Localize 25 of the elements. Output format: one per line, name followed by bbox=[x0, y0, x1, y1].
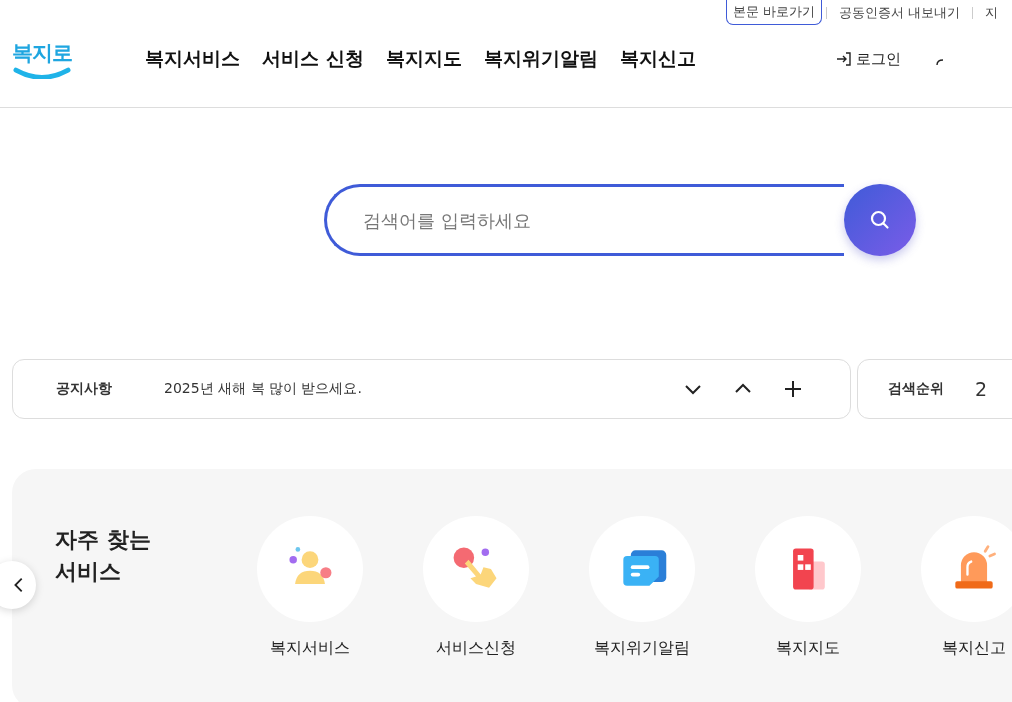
nav-item[interactable]: 복지위기알림 bbox=[483, 46, 598, 72]
previous-button[interactable] bbox=[0, 561, 36, 609]
section-title: 자주 찾는 서비스 bbox=[55, 526, 152, 586]
login-link[interactable]: 로그인 bbox=[835, 49, 901, 69]
nav-item[interactable]: 복지지도 bbox=[385, 46, 462, 72]
service-label[interactable]: 복지지도 bbox=[776, 638, 840, 659]
search-field[interactable]: 검색어를 입력하세요 bbox=[324, 184, 844, 256]
nav-item[interactable]: 복지서비스 bbox=[145, 46, 240, 72]
rank-number: 2 bbox=[975, 378, 988, 400]
nav-item[interactable]: 서비스 신청 bbox=[262, 46, 364, 72]
search-icon bbox=[868, 208, 892, 232]
notice-title: 공지사항 bbox=[56, 380, 112, 398]
service-label[interactable]: 복지위기알림 bbox=[594, 638, 690, 659]
utility-link[interactable]: 본문 바로가기 bbox=[726, 0, 823, 25]
service-label[interactable]: 복지서비스 bbox=[270, 638, 350, 659]
utility-link[interactable]: 지 bbox=[977, 3, 1007, 22]
utility-link[interactable]: 공동인증서 내보내기 bbox=[831, 3, 969, 22]
plus-icon[interactable] bbox=[783, 379, 803, 399]
nav-item[interactable]: 복지신고 bbox=[619, 46, 696, 72]
ranking-title: 검색순위 bbox=[888, 380, 944, 398]
sign-in-icon bbox=[835, 51, 852, 67]
search-button[interactable] bbox=[844, 184, 916, 256]
notice-link[interactable]: 2025년 새해 복 많이 받으세요. bbox=[164, 380, 664, 398]
service-label[interactable]: 복지신고 bbox=[942, 638, 1006, 659]
service-label[interactable]: 서비스신청 bbox=[436, 638, 516, 659]
